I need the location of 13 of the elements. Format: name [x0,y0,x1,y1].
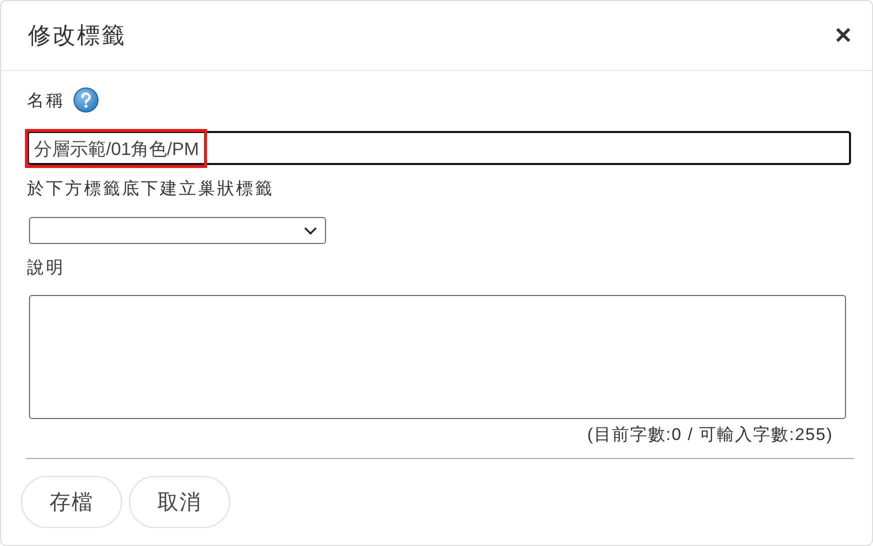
field-label: 名稱 [27,90,65,112]
help-icon[interactable] [73,87,99,113]
parent-tag-dropdown[interactable] [29,217,326,244]
dialog-title: 修改標籤 [28,21,126,50]
name-field[interactable]: 分層示範/01角色/PM [27,131,851,165]
chevron-down-icon [304,226,317,234]
save-button[interactable]: 存檔 [21,476,122,528]
field-label: 於下方標籤底下建立巢狀標籤 [27,178,274,200]
field-label: 說明 [27,257,65,279]
cancel-button[interactable]: 取消 [129,476,230,528]
close-button[interactable]: ✕ [834,22,852,48]
field-value: 分層示範/01角色/PM [25,128,208,168]
character-counter: (目前字數:0 / 可輸入字數:255) [587,424,833,446]
